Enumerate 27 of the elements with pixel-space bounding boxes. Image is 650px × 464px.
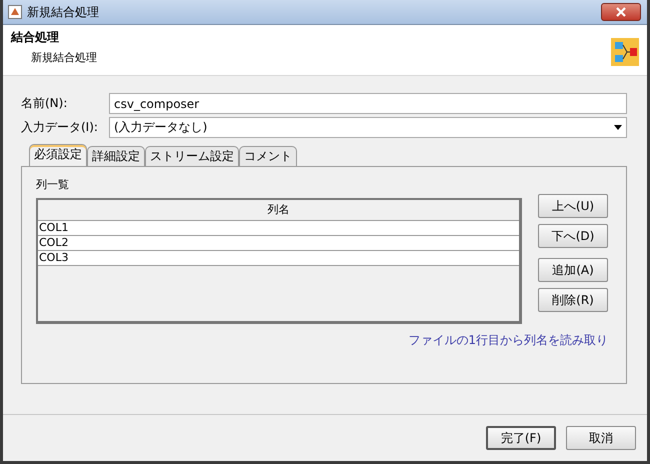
window-title: 新規結合処理 <box>27 4 100 20</box>
field-label: 入力データ(I): <box>21 119 99 136</box>
table-row[interactable]: COL1 <box>38 221 519 236</box>
header-title: 結合処理 <box>11 29 60 46</box>
app-icon <box>8 5 22 19</box>
input-data-dropdown[interactable]: (入力データなし) <box>109 117 627 138</box>
header-subtitle: 新規結合処理 <box>30 50 97 65</box>
table-row[interactable]: COL2 <box>38 236 519 251</box>
merge-icon <box>611 38 639 66</box>
tab[interactable]: ストリーム設定 <box>145 146 239 166</box>
dialog-button[interactable]: 取消 <box>566 426 636 450</box>
table-row[interactable]: COL3 <box>38 251 519 266</box>
close-button[interactable] <box>601 3 641 21</box>
tab[interactable]: コメント <box>239 146 297 166</box>
list-title: 列一覧 <box>36 177 70 192</box>
read-header-link[interactable]: ファイルの1行目から列名を読み取り <box>408 332 608 349</box>
dialog-button[interactable]: 完了(F) <box>486 426 556 450</box>
list-button[interactable]: 追加(A) <box>538 258 608 282</box>
list-button[interactable]: 削除(R) <box>538 288 608 312</box>
caret-icon <box>614 125 622 130</box>
list-button[interactable]: 上へ(U) <box>538 194 608 218</box>
tab[interactable]: 必須設定 <box>29 144 87 166</box>
field-label: 名前(N): <box>21 95 68 112</box>
name-field[interactable]: csv_composer <box>109 93 627 114</box>
close-icon <box>616 7 626 17</box>
tab[interactable]: 詳細設定 <box>87 146 145 166</box>
list-button[interactable]: 下へ(D) <box>538 224 608 248</box>
